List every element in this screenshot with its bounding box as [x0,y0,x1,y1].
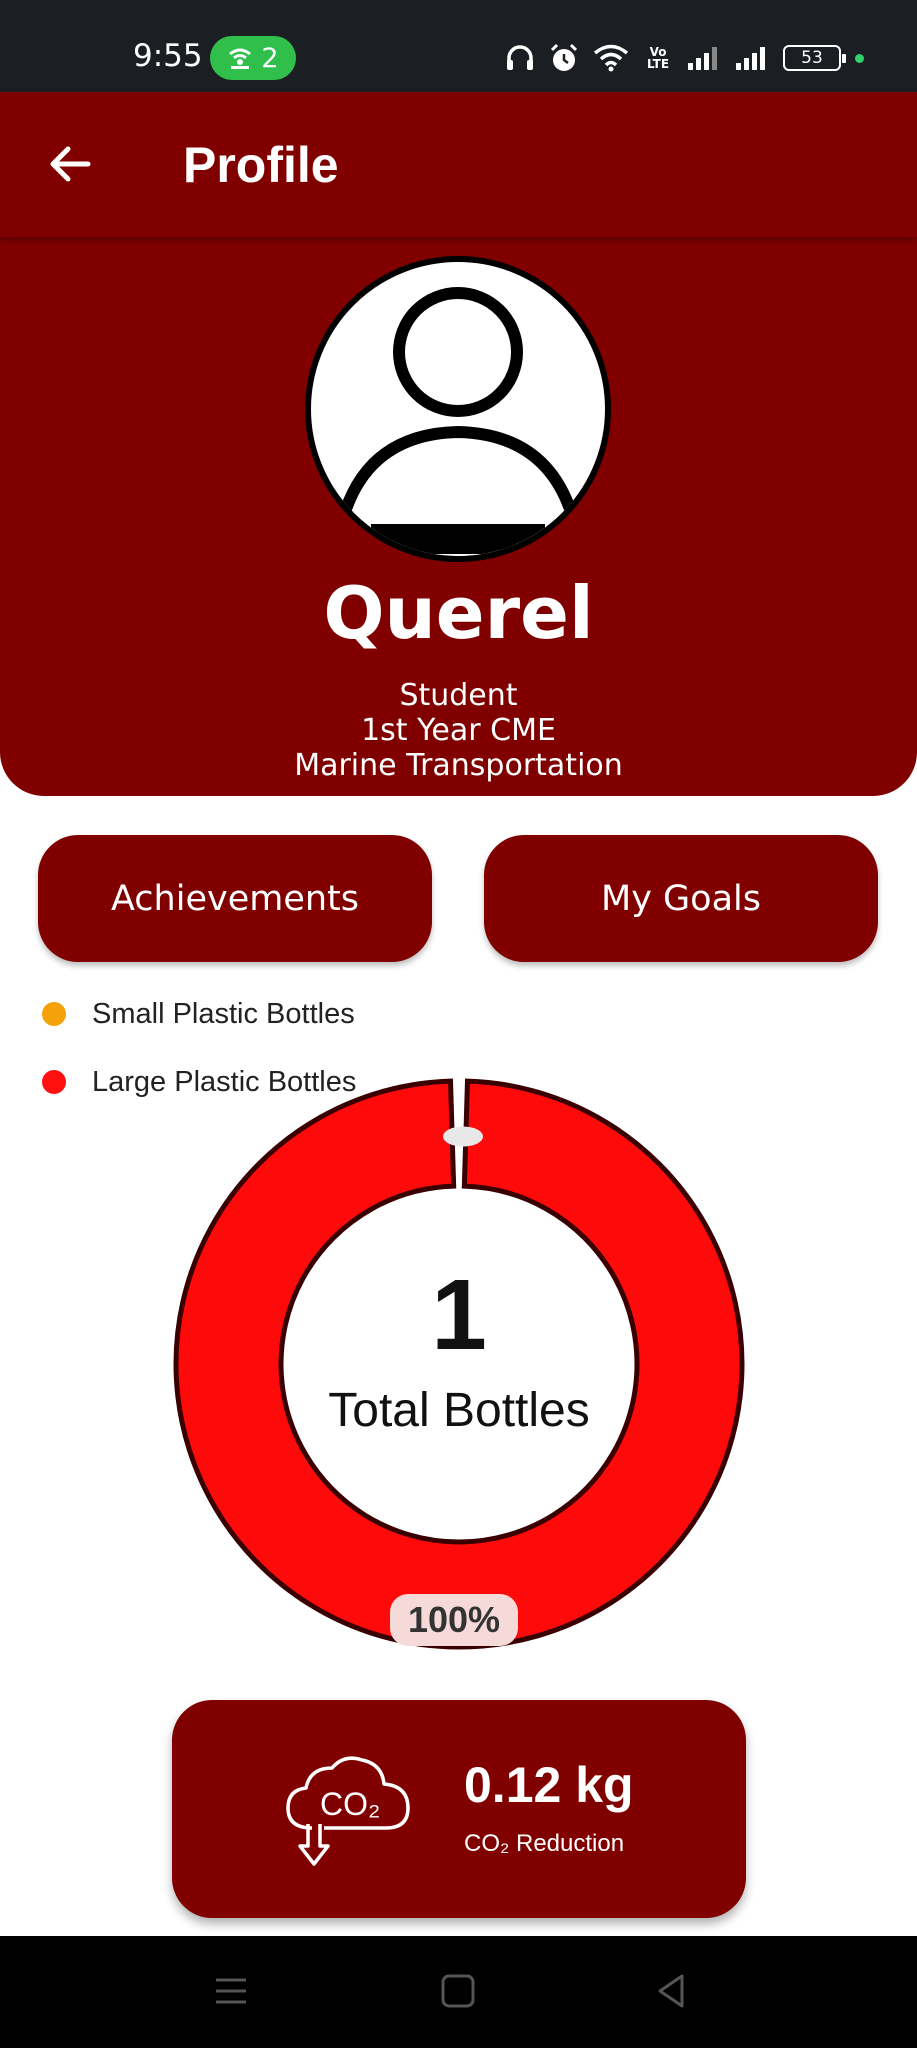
co2-value: 0.12 kg [464,1757,634,1813]
profile-card: Querel Student 1st Year CME Marine Trans… [0,236,917,796]
hotspot-icon [229,48,252,69]
legend-swatch [42,1002,66,1026]
volte-icon: Vo LTE [646,45,670,71]
app-header: Profile [0,92,917,237]
role-line: Marine Transportation [294,748,623,783]
user-avatar-icon[interactable] [305,256,611,562]
headphones-icon [507,45,533,70]
menu-icon[interactable] [206,1966,256,2016]
achievements-button[interactable]: Achievements [38,835,432,962]
system-nav-bar [0,1936,917,2048]
percent-badge: 100% [390,1594,518,1646]
role-line: 1st Year CME [361,713,556,748]
hotspot-count: 2 [261,42,279,74]
legend-swatch [42,1070,66,1094]
signal-icon [736,47,765,70]
signal-icon [688,47,717,70]
home-square-icon[interactable] [433,1966,483,2016]
privacy-dot [855,53,864,63]
status-time: 9:55 [133,38,203,74]
wifi-icon [593,44,629,72]
legend-item-small: Small Plastic Bottles [42,980,356,1048]
donut-marker [443,1126,483,1147]
page-title: Profile [183,137,339,193]
legend-label: Small Plastic Bottles [92,997,355,1030]
system-icons: Vo LTE 53 [505,40,864,76]
arrow-left-icon[interactable] [44,138,96,190]
hotspot-indicator: 2 [210,36,296,80]
svg-text:CO₂: CO₂ [320,1786,380,1822]
profile-name: Querel [323,571,594,655]
co2-label: CO₂ Reduction [464,1830,625,1857]
battery-icon: 53 [783,45,846,71]
co2-reduction-card: CO₂ 0.12 kg CO₂ Reduction [172,1700,746,1918]
total-bottles-label: Total Bottles [328,1384,590,1437]
my-goals-button[interactable]: My Goals [484,835,878,962]
back-triangle-icon[interactable] [646,1966,696,2016]
alarm-icon [550,43,578,71]
status-bar: 9:55 2 Vo LTE 53 [0,0,917,92]
profile-role: Student 1st Year CME Marine Transportati… [0,678,917,783]
role-line: Student [399,678,518,713]
total-bottles-value: 1 [431,1259,487,1371]
co2-cloud-icon: CO₂ [286,1756,410,1866]
